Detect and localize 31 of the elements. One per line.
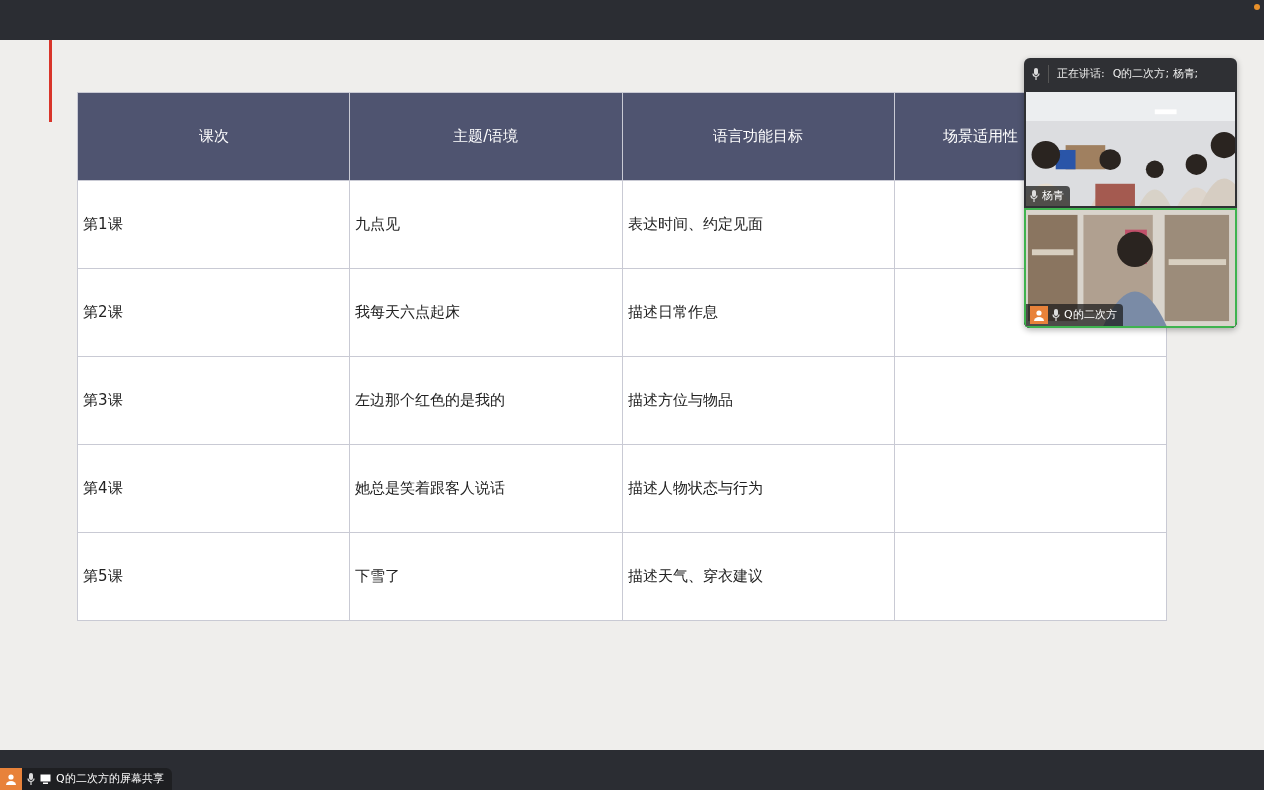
column-header: 语言功能目标 bbox=[622, 92, 895, 181]
table-cell: 描述日常作息 bbox=[622, 268, 895, 357]
microphone-icon bbox=[27, 773, 35, 785]
column-header: 课次 bbox=[77, 92, 350, 181]
table-cell: 表达时间、约定见面 bbox=[622, 180, 895, 269]
participant-name: 杨青 bbox=[1042, 187, 1064, 204]
table-cell: 第3课 bbox=[77, 356, 350, 445]
column-header: 主题/语境 bbox=[349, 92, 622, 181]
share-label: Q的二次方的屏幕共享 bbox=[56, 770, 164, 787]
table-cell: 描述人物状态与行为 bbox=[622, 444, 895, 533]
table-cell: 我每天六点起床 bbox=[349, 268, 622, 357]
table-cell: 左边那个红色的是我的 bbox=[349, 356, 622, 445]
person-icon bbox=[5, 773, 17, 785]
table-cell: 第5课 bbox=[77, 532, 350, 621]
person-icon bbox=[1033, 309, 1045, 321]
microphone-icon bbox=[1030, 189, 1038, 202]
speaking-label: 正在讲话: bbox=[1057, 65, 1105, 82]
speaker-names: Q的二次方; 杨青; bbox=[1112, 65, 1199, 82]
microphone-icon bbox=[1052, 309, 1060, 321]
indicator-dot bbox=[1254, 4, 1260, 10]
table-cell: 第4课 bbox=[77, 444, 350, 533]
table-cell: 她总是笑着跟客人说话 bbox=[349, 444, 622, 533]
table-cell: 描述天气、穿衣建议 bbox=[622, 532, 895, 621]
microphone-icon bbox=[1032, 68, 1040, 80]
participant-name: Q的二次方 bbox=[1064, 306, 1117, 323]
screen-icon bbox=[40, 774, 51, 784]
table-cell: 第1课 bbox=[77, 180, 350, 269]
table-cell: 九点见 bbox=[349, 180, 622, 269]
table-cell: 下雪了 bbox=[349, 532, 622, 621]
table-cell: 描述方位与物品 bbox=[622, 356, 895, 445]
table-cell: 第2课 bbox=[77, 268, 350, 357]
